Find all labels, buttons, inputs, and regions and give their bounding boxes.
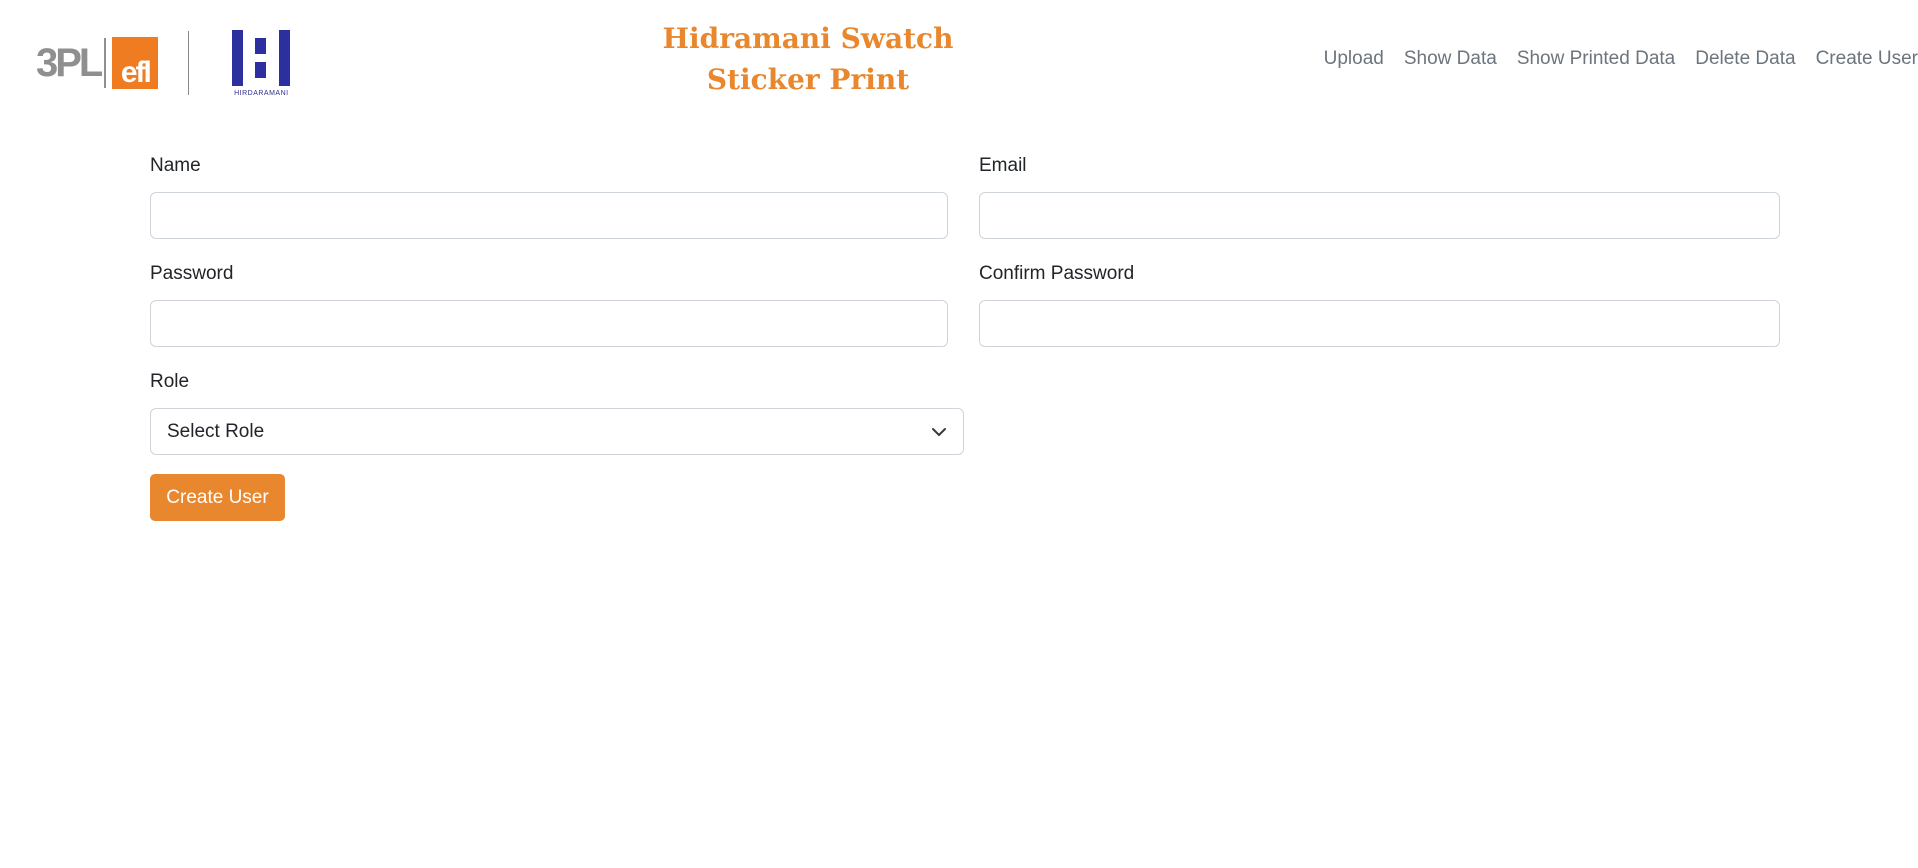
hirdaramani-h-icon [232,29,291,86]
logo-hirdaramani-text: HIRDARAMANI [234,89,289,97]
confirm-password-input[interactable] [979,300,1780,347]
create-user-button[interactable]: Create User [150,474,285,521]
logo-hirdaramani: HIRDARAMANI [231,29,291,97]
role-label: Role [150,371,190,392]
nav-show-printed-data[interactable]: Show Printed Data [1517,48,1675,70]
confirm-password-label: Confirm Password [979,263,1135,284]
role-field-group: Role Select Role [150,370,964,455]
logo-efl: efl [112,37,159,89]
main-nav: Upload Show Data Show Printed Data Delet… [1304,48,1918,70]
page-title: Hidramani Swatch Sticker Print [640,18,976,100]
nav-upload[interactable]: Upload [1324,48,1384,70]
logo-divider [188,31,190,95]
confirm-password-field-group: Confirm Password [979,262,1780,347]
logo-group: 3PL efl HIRDARAMANI [36,28,291,98]
name-label: Name [150,155,201,176]
role-select[interactable]: Select Role [150,408,964,455]
name-input[interactable] [150,192,948,239]
page-title-line-1: Hidramani Swatch [662,22,954,55]
nav-show-data[interactable]: Show Data [1404,48,1497,70]
logo-3pl-efl: 3PL efl [36,37,159,89]
chevron-down-icon [932,427,946,436]
password-input[interactable] [150,300,948,347]
logo-separator [104,38,107,88]
role-select-value: Select Role [167,420,265,442]
logo-3pl-text: 3PL [36,41,103,85]
nav-delete-data[interactable]: Delete Data [1695,48,1795,70]
password-field-group: Password [150,262,948,347]
password-label: Password [150,263,234,284]
nav-create-user[interactable]: Create User [1816,48,1918,70]
email-label: Email [979,155,1027,176]
page-title-line-2: Sticker Print [706,63,910,96]
top-header: 3PL efl HIRDARAMANI Hidramani Swatch Sti… [0,0,1918,124]
name-field-group: Name [150,154,948,239]
email-input[interactable] [979,192,1780,239]
email-field-group: Email [979,154,1780,239]
